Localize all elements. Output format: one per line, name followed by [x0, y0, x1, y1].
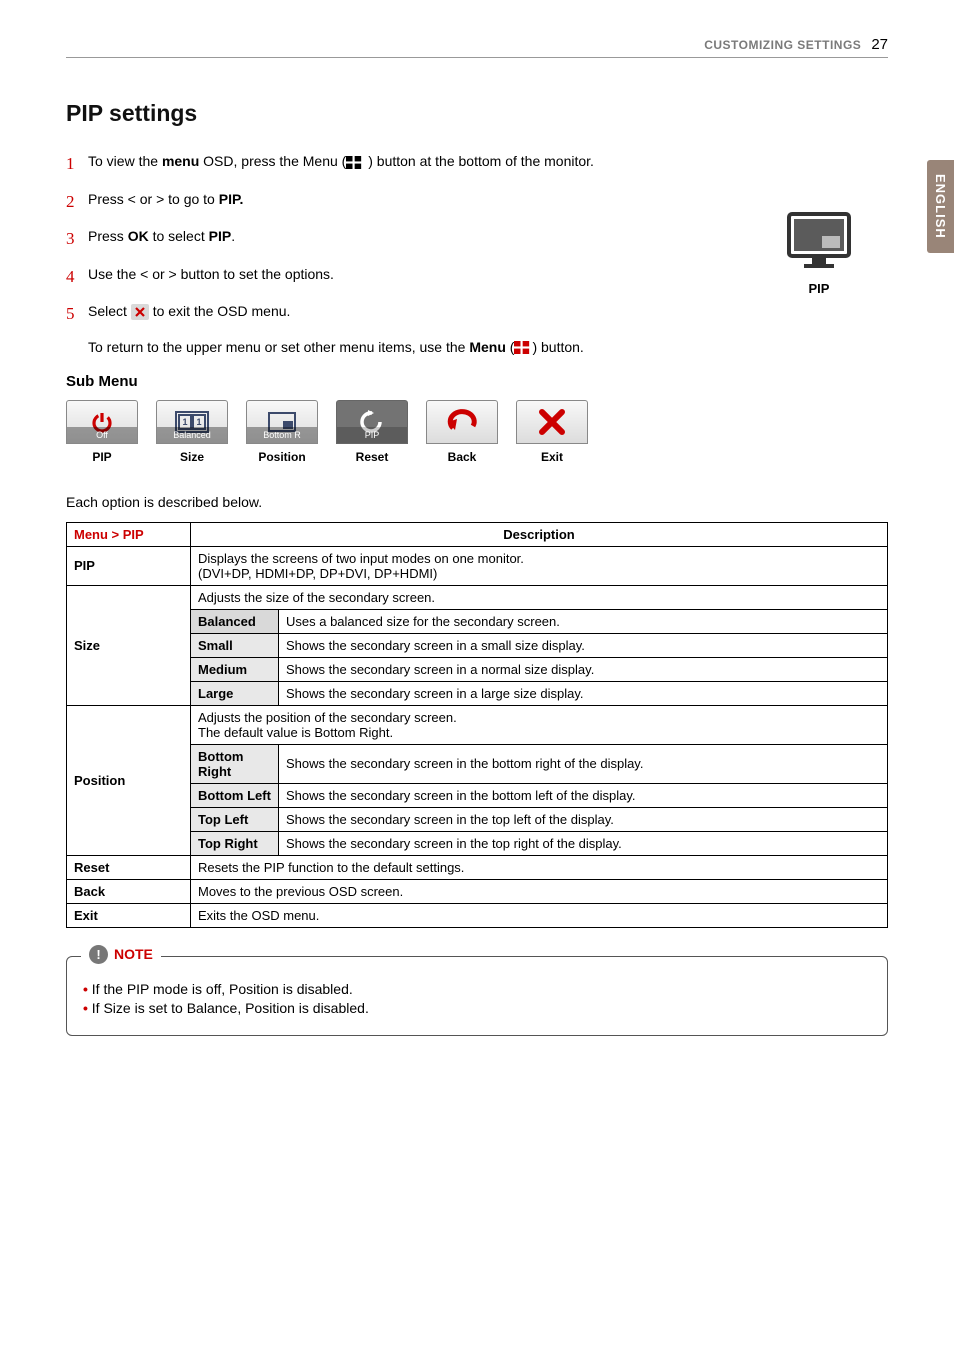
position-icon: Bottom R	[246, 400, 318, 444]
note-box: ! NOTE If the PIP mode is off, Position …	[66, 956, 888, 1036]
table-row: Bottom LeftShows the secondary screen in…	[67, 783, 888, 807]
table-row: PIP Displays the screens of two input mo…	[67, 546, 888, 585]
sub-menu-row: Off PIP 11 Balanced Size Bottom R Positi…	[66, 400, 888, 464]
table-row: ExitExits the OSD menu.	[67, 903, 888, 927]
power-off-icon: Off	[66, 400, 138, 444]
sub-menu-item-back: Back	[426, 400, 498, 464]
step-text: Press OK to select PIP.	[88, 226, 888, 247]
menu-icon	[514, 341, 532, 354]
note-item: If the PIP mode is off, Position is disa…	[83, 981, 871, 997]
table-menu-header: Menu > PIP	[67, 522, 191, 546]
step-text: Press < or > to go to PIP.	[88, 189, 888, 210]
header-section: CUSTOMIZING SETTINGS	[704, 38, 861, 52]
step-sub-text: To return to the upper menu or set other…	[88, 339, 888, 355]
sub-menu-heading: Sub Menu	[66, 373, 888, 390]
table-desc-header: Description	[191, 522, 888, 546]
language-tab: ENGLISH	[927, 160, 954, 253]
step-number: 4	[66, 264, 88, 290]
table-row: LargeShows the secondary screen in a lar…	[67, 681, 888, 705]
sub-menu-item-position: Bottom R Position	[246, 400, 318, 464]
menu-icon	[346, 156, 364, 169]
table-row: Size Adjusts the size of the secondary s…	[67, 585, 888, 609]
table-row: Position Adjusts the position of the sec…	[67, 705, 888, 744]
table-row: Bottom RightShows the secondary screen i…	[67, 744, 888, 783]
instruction-steps: 1 To view the menu OSD, press the Menu (…	[66, 151, 888, 327]
sub-menu-item-size: 11 Balanced Size	[156, 400, 228, 464]
svg-text:1: 1	[196, 417, 201, 427]
page-number: 27	[871, 36, 888, 53]
pip-illustration: PIP	[786, 208, 852, 296]
step-number: 2	[66, 189, 88, 215]
table-row: Top RightShows the secondary screen in t…	[67, 831, 888, 855]
table-row: ResetResets the PIP function to the defa…	[67, 855, 888, 879]
note-label: ! NOTE	[81, 945, 161, 964]
page-title: PIP settings	[66, 100, 888, 127]
table-row: MediumShows the secondary screen in a no…	[67, 657, 888, 681]
exit-icon	[516, 400, 588, 444]
table-intro: Each option is described below.	[66, 494, 888, 510]
options-table: Menu > PIP Description PIP Displays the …	[66, 522, 888, 928]
step-text: Select to exit the OSD menu.	[88, 301, 888, 322]
pip-illustration-label: PIP	[786, 281, 852, 296]
step-number: 5	[66, 301, 88, 327]
table-row: BackMoves to the previous OSD screen.	[67, 879, 888, 903]
monitor-pip-icon	[786, 208, 852, 274]
page-header: CUSTOMIZING SETTINGS 27	[66, 36, 888, 58]
close-icon	[131, 304, 149, 320]
back-icon	[426, 400, 498, 444]
step-text: Use the < or > button to set the options…	[88, 264, 888, 285]
sub-menu-item-pip: Off PIP	[66, 400, 138, 464]
reset-icon: PIP	[336, 400, 408, 444]
note-item: If Size is set to Balance, Position is d…	[83, 1000, 871, 1016]
step-text: To view the menu OSD, press the Menu ( )…	[88, 151, 888, 172]
balanced-icon: 11 Balanced	[156, 400, 228, 444]
table-row: BalancedUses a balanced size for the sec…	[67, 609, 888, 633]
info-icon: !	[89, 945, 108, 964]
table-row: SmallShows the secondary screen in a sma…	[67, 633, 888, 657]
step-number: 1	[66, 151, 88, 177]
sub-menu-item-reset: PIP Reset	[336, 400, 408, 464]
table-row: Top LeftShows the secondary screen in th…	[67, 807, 888, 831]
sub-menu-item-exit: Exit	[516, 400, 588, 464]
svg-text:1: 1	[182, 417, 187, 427]
step-number: 3	[66, 226, 88, 252]
